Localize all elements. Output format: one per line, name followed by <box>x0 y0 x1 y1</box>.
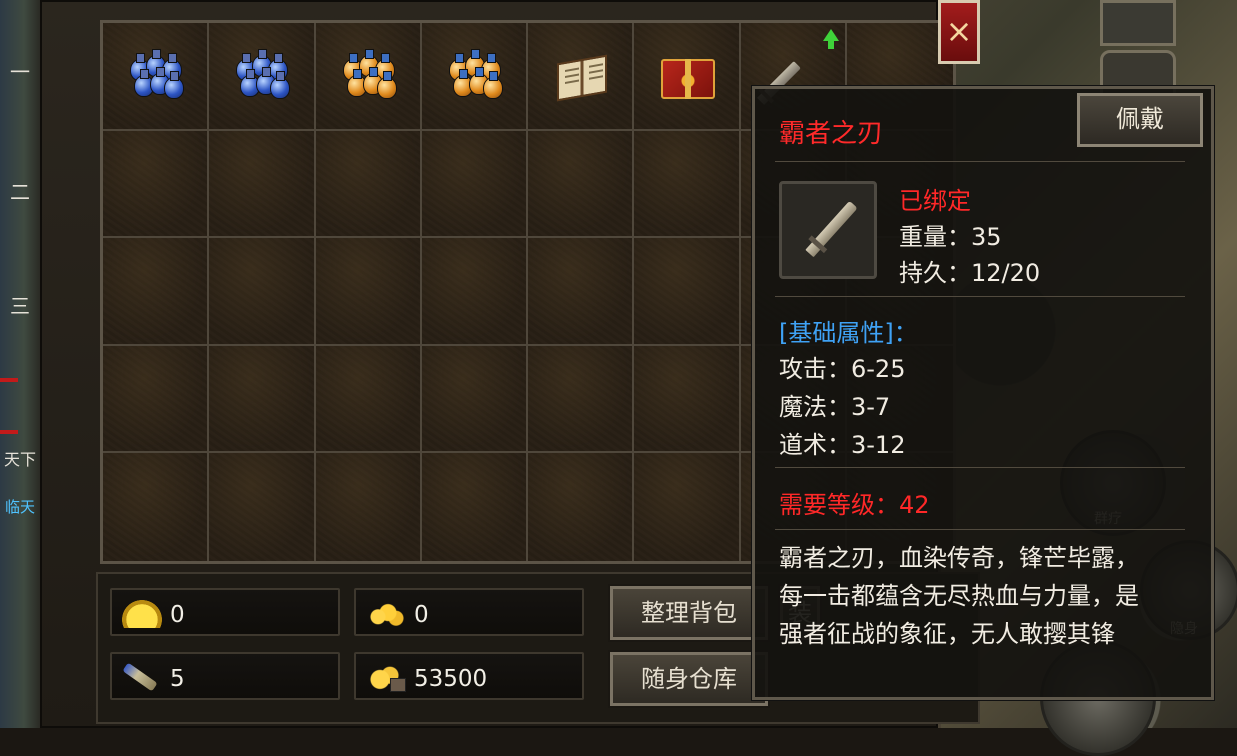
bound-gold-slot: 53500 <box>354 652 584 700</box>
item-description: 霸者之刃，血染传奇，锋芒毕露，每一击都蕴含无尽热血与力量，是强者征战的象征，无人… <box>779 544 1139 648</box>
left-glyph-5: 临天 <box>4 498 35 516</box>
bound-gold-value: 53500 <box>414 666 488 692</box>
inventory-slot[interactable] <box>315 345 422 454</box>
inventory-slot[interactable] <box>421 130 528 239</box>
bound-status: 已绑定 <box>899 187 971 215</box>
gold-slot: 0 <box>354 588 584 636</box>
item-tooltip: 霸者之刃 佩戴 已绑定 重量：35 持久：12/20 [基础属性]： 攻击：6-… <box>751 85 1215 701</box>
inventory-slot[interactable] <box>103 23 210 131</box>
inventory-slot[interactable] <box>103 345 210 454</box>
inventory-slot[interactable] <box>421 453 528 561</box>
gift-box-icon[interactable] <box>655 51 717 101</box>
inventory-slot[interactable] <box>634 238 741 346</box>
sword-icon <box>805 200 858 258</box>
inventory-slot[interactable] <box>315 238 422 346</box>
close-button[interactable]: × <box>938 0 980 64</box>
inventory-slot[interactable] <box>634 453 741 561</box>
ingot-slot: 0 <box>110 588 340 636</box>
gold-value: 0 <box>414 602 429 628</box>
left-glyph-3: 三 <box>10 294 30 318</box>
base-attributes-heading: [基础属性]： <box>779 319 918 347</box>
inventory-slot[interactable] <box>315 130 422 239</box>
attack-stat: 攻击：6-25 <box>779 355 906 383</box>
divider <box>775 296 1185 297</box>
inventory-slot[interactable] <box>528 453 635 561</box>
inventory-slot[interactable] <box>209 23 316 131</box>
portable-warehouse-button[interactable]: 随身仓库 <box>608 650 770 708</box>
inventory-slot[interactable] <box>528 345 635 454</box>
magic-stat: 魔法：3-7 <box>779 393 891 421</box>
left-glyph-2: 二 <box>10 180 30 204</box>
inventory-slot[interactable] <box>209 238 316 346</box>
hp-bar <box>0 378 18 382</box>
gold-bag-icon <box>366 664 406 692</box>
sort-bag-button[interactable]: 整理背包 <box>608 584 770 642</box>
blue-potion-bundle-icon[interactable] <box>230 48 292 101</box>
divider <box>775 529 1185 530</box>
inventory-slot[interactable] <box>103 453 210 561</box>
left-side-panel: 一 二 三 天下 临天 <box>0 0 40 728</box>
item-durability: 持久：12/20 <box>899 259 1041 287</box>
skill-book-icon[interactable] <box>549 51 611 102</box>
inventory-slot[interactable] <box>528 23 635 131</box>
inventory-slot[interactable] <box>209 453 316 561</box>
inventory-slot[interactable] <box>634 345 741 454</box>
hp-bar <box>0 430 18 434</box>
scroll-icon <box>122 662 158 692</box>
inventory-slot[interactable] <box>528 238 635 346</box>
tao-stat: 道术：3-12 <box>779 431 906 459</box>
inventory-slot[interactable] <box>209 345 316 454</box>
inventory-slot[interactable] <box>315 453 422 561</box>
inventory-slot[interactable] <box>421 238 528 346</box>
inventory-slot[interactable] <box>421 23 528 131</box>
upgrade-arrow-icon <box>822 29 839 49</box>
divider <box>775 467 1185 468</box>
left-glyph-4: 天下 <box>3 450 36 469</box>
scroll-slot: 5 <box>110 652 340 700</box>
inventory-slot[interactable] <box>315 23 422 131</box>
inventory-slot[interactable] <box>634 23 741 131</box>
scroll-value: 5 <box>170 666 185 692</box>
ingot-value: 0 <box>170 602 185 628</box>
inventory-slot[interactable] <box>634 130 741 239</box>
orange-potion-bundle-icon[interactable] <box>443 48 505 101</box>
inventory-slot[interactable] <box>421 345 528 454</box>
item-weight: 重量：35 <box>899 223 1002 251</box>
required-level: 需要等级：42 <box>779 491 930 519</box>
blue-potion-bundle-icon[interactable] <box>124 48 186 101</box>
inventory-slot[interactable] <box>209 130 316 239</box>
item-name: 霸者之刃 <box>779 119 884 149</box>
divider <box>775 161 1185 162</box>
wear-button[interactable]: 佩戴 <box>1077 93 1203 147</box>
item-preview <box>779 181 877 279</box>
hud-top-button[interactable] <box>1100 0 1176 46</box>
left-glyph-1: 一 <box>10 60 30 84</box>
gold-ingot-icon <box>122 600 162 628</box>
inventory-slot[interactable] <box>103 238 210 346</box>
orange-potion-bundle-icon[interactable] <box>337 48 399 101</box>
inventory-slot[interactable] <box>528 130 635 239</box>
gold-coins-icon <box>366 600 406 628</box>
inventory-slot[interactable] <box>103 130 210 239</box>
